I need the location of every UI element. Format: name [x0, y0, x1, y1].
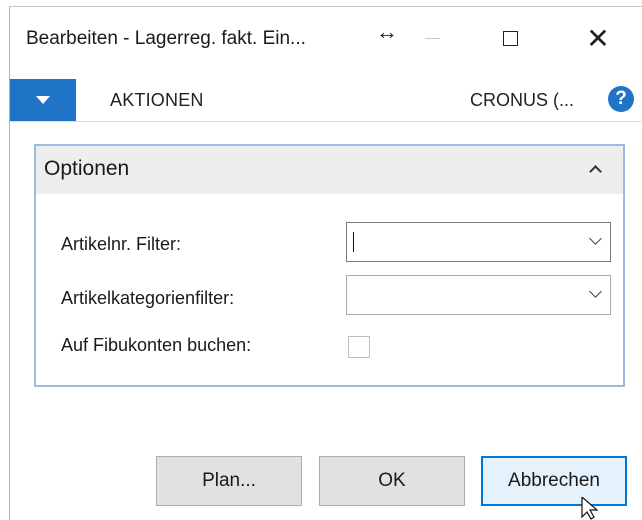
window-title: Bearbeiten - Lagerreg. fakt. Ein... [26, 28, 306, 49]
mouse-cursor-icon [581, 497, 599, 520]
tab-aktionen[interactable]: AKTIONEN [110, 90, 204, 111]
chevron-up-icon[interactable] [588, 162, 602, 178]
maximize-icon[interactable] [488, 21, 532, 55]
options-fasttab: Optionen Artikelnr. Filter: Artikelkateg… [34, 144, 625, 387]
caret-down-icon [36, 96, 50, 104]
help-icon[interactable]: ? [608, 86, 634, 112]
options-header[interactable]: Optionen [36, 146, 623, 194]
chevron-down-icon[interactable] [588, 232, 602, 246]
ribbon-toggle-button[interactable] [10, 79, 76, 121]
dialog-window: Bearbeiten - Lagerreg. fakt. Ein... ↔ ✕ … [9, 6, 642, 520]
chevron-down-icon[interactable] [588, 285, 602, 299]
post-to-gl-label: Auf Fibukonten buchen: [61, 335, 252, 355]
item-no-filter-label: Artikelnr. Filter: [61, 234, 182, 254]
item-category-filter-input[interactable] [346, 275, 611, 315]
title-bar[interactable]: Bearbeiten - Lagerreg. fakt. Ein... ↔ ✕ [10, 7, 642, 69]
resize-icon[interactable]: ↔ [372, 15, 402, 49]
item-no-filter-input[interactable] [346, 222, 611, 262]
ok-button[interactable]: OK [319, 456, 465, 506]
text-caret [353, 232, 354, 252]
plan-button[interactable]: Plan... [156, 456, 302, 506]
minimize-icon [412, 21, 452, 55]
company-name[interactable]: CRONUS (... [470, 90, 574, 111]
options-title: Optionen [44, 157, 130, 180]
post-to-gl-checkbox[interactable] [348, 336, 370, 358]
ribbon-bar: AKTIONEN CRONUS (... ? [10, 79, 642, 122]
item-category-filter-label: Artikelkategorienfilter: [61, 288, 235, 308]
close-icon[interactable]: ✕ [576, 21, 620, 55]
